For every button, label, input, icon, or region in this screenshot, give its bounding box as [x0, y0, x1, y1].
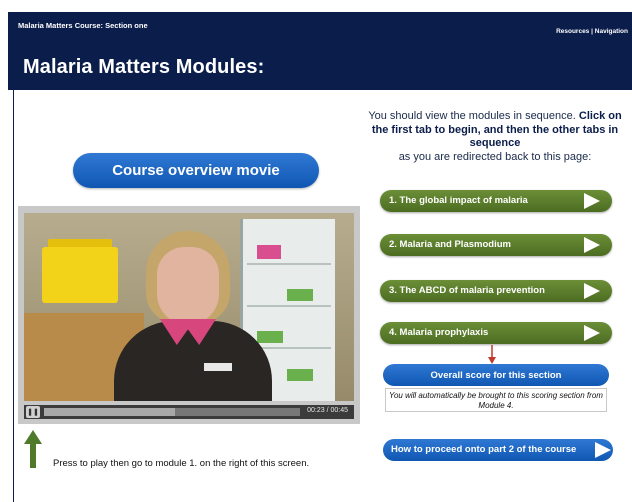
video-player: ❚❚ 00:23 / 00:45 [18, 206, 360, 424]
module-3-label: 3. The ABCD of malaria prevention [389, 285, 545, 296]
arrow-down-icon [488, 345, 496, 364]
navigation-link[interactable]: Navigation [595, 28, 628, 35]
video-frame[interactable] [24, 213, 354, 401]
module-2-label: 2. Malaria and Plasmodium [389, 239, 511, 250]
play-arrow-icon [584, 237, 600, 253]
module-instructions: You should view the modules in sequence.… [362, 110, 628, 164]
module-3-button[interactable]: 3. The ABCD of malaria prevention [380, 280, 612, 302]
pause-icon[interactable]: ❚❚ [26, 406, 40, 418]
course-overview-movie-button[interactable]: Course overview movie [73, 153, 319, 188]
video-presenter-badge [204, 363, 232, 371]
page-title: Malaria Matters Modules: [23, 56, 265, 78]
play-arrow-icon [584, 325, 600, 341]
header-banner: Malaria Matters Course: Section one Reso… [8, 12, 632, 90]
instructions-part3: as you are redirected back to this page: [398, 150, 592, 163]
video-sharps-bin [42, 247, 118, 303]
video-time-readout: 00:23 / 00:45 [307, 407, 348, 414]
instructions-part1: You should view the modules in sequence. [368, 110, 576, 122]
video-progress-fill [44, 408, 175, 416]
video-progress-bar[interactable] [44, 408, 300, 416]
module-1-label: 1. The global impact of malaria [389, 195, 528, 206]
left-divider [13, 90, 14, 502]
module-1-button[interactable]: 1. The global impact of malaria [380, 190, 612, 212]
module-4-button[interactable]: 4. Malaria prophylaxis [380, 322, 612, 344]
press-to-play-instruction: Press to play then go to module 1. on th… [53, 458, 310, 469]
proceed-to-part-2-button[interactable]: How to proceed onto part 2 of the course [383, 439, 613, 461]
arrow-up-icon [24, 430, 42, 468]
score-note: You will automatically be brought to thi… [385, 388, 607, 412]
link-separator: | [591, 28, 593, 35]
overall-score-button[interactable]: Overall score for this section [383, 364, 609, 386]
module-4-label: 4. Malaria prophylaxis [389, 327, 489, 338]
play-arrow-icon [584, 283, 600, 299]
top-links: Resources | Navigation [556, 28, 628, 35]
video-presenter-face [157, 247, 219, 325]
video-controls: ❚❚ 00:23 / 00:45 [24, 405, 354, 419]
module-2-button[interactable]: 2. Malaria and Plasmodium [380, 234, 612, 256]
course-section-label: Malaria Matters Course: Section one [18, 21, 148, 30]
proceed-label: How to proceed onto part 2 of the course [391, 444, 577, 455]
play-arrow-icon [584, 193, 600, 209]
resources-link[interactable]: Resources [556, 28, 589, 35]
play-arrow-icon [595, 442, 611, 458]
